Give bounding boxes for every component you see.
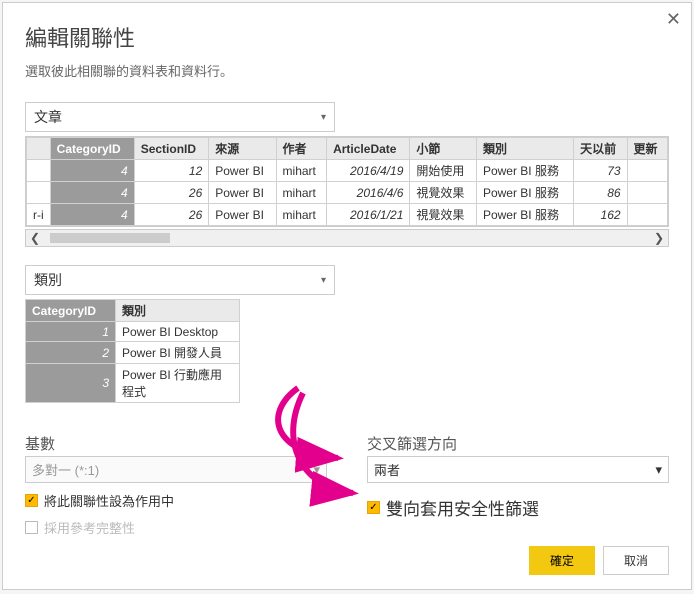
crossfilter-select[interactable]: 兩者 ▾ <box>367 456 669 483</box>
crossfilter-label: 交叉篩選方向 <box>367 433 669 454</box>
col-section[interactable]: 小節 <box>410 138 477 160</box>
checkbox-active[interactable]: ✓ 將此關聯性設為作用中 <box>25 491 327 510</box>
checkbox-bidirectional-label: 雙向套用安全性篩選 <box>386 495 539 520</box>
dialog-subtitle: 選取彼此相關聯的資料表和資料行。 <box>25 61 669 80</box>
cardinality-label: 基數 <box>25 433 327 454</box>
col-author[interactable]: 作者 <box>276 138 327 160</box>
table-row[interactable]: 1Power BI Desktop <box>26 322 240 342</box>
col-categoryid[interactable]: CategoryID <box>50 138 134 160</box>
col-source[interactable]: 來源 <box>209 138 276 160</box>
checkbox-icon: ✓ <box>367 501 380 514</box>
table2-grid[interactable]: CategoryID 類別 1Power BI Desktop 2Power B… <box>25 299 240 403</box>
checkbox-icon <box>25 521 38 534</box>
col-sectionid[interactable]: SectionID <box>134 138 209 160</box>
checkbox-integrity-label: 採用參考完整性 <box>44 518 135 537</box>
col2-categoryid[interactable]: CategoryID <box>26 300 116 322</box>
scroll-right-icon[interactable]: ❯ <box>654 231 664 245</box>
table2-dropdown[interactable]: 類別 ▾ <box>25 265 335 295</box>
cardinality-section: 基數 多對一 (*:1) ▾ ✓ 將此關聯性設為作用中 採用參考完整性 <box>25 433 327 537</box>
crossfilter-section: 交叉篩選方向 兩者 ▾ ✓ 雙向套用安全性篩選 <box>367 433 669 537</box>
scroll-left-icon[interactable]: ❮ <box>30 231 40 245</box>
close-icon[interactable]: ✕ <box>666 9 681 30</box>
chevron-down-icon: ▾ <box>655 462 662 478</box>
dialog-title: 編輯關聯性 <box>25 21 669 53</box>
col-articledate[interactable]: ArticleDate <box>327 138 410 160</box>
checkbox-integrity: 採用參考完整性 <box>25 518 327 537</box>
col-daysago[interactable]: 天以前 <box>574 138 627 160</box>
ok-button[interactable]: 確定 <box>529 546 595 575</box>
table-row[interactable]: r-i426Power BImihart2016/1/21視覺效果Power B… <box>27 204 668 226</box>
table-row[interactable]: 426Power BImihart2016/4/6視覺效果Power BI 服務… <box>27 182 668 204</box>
table1-dropdown[interactable]: 文章 ▾ <box>25 102 335 132</box>
table2-dropdown-label: 類別 <box>34 270 62 290</box>
cancel-button[interactable]: 取消 <box>603 546 669 575</box>
table1-dropdown-label: 文章 <box>34 107 62 127</box>
table-row[interactable]: 2Power BI 開發人員 <box>26 342 240 364</box>
checkbox-bidirectional[interactable]: ✓ 雙向套用安全性篩選 <box>367 495 669 520</box>
horizontal-scrollbar[interactable]: ❮ ❯ <box>25 229 669 247</box>
col-category[interactable]: 類別 <box>476 138 573 160</box>
col2-category[interactable]: 類別 <box>116 300 240 322</box>
scroll-thumb[interactable] <box>50 233 170 243</box>
col-update[interactable]: 更新 <box>627 138 667 160</box>
table-row[interactable]: 3Power BI 行動應用程式 <box>26 364 240 403</box>
table-row[interactable]: 412Power BImihart2016/4/19開始使用Power BI 服… <box>27 160 668 182</box>
chevron-down-icon: ▾ <box>313 462 320 478</box>
cardinality-select[interactable]: 多對一 (*:1) ▾ <box>25 456 327 483</box>
chevron-down-icon: ▾ <box>321 275 326 286</box>
table1-grid[interactable]: CategoryID SectionID 來源 作者 ArticleDate 小… <box>25 136 669 227</box>
checkbox-icon: ✓ <box>25 494 38 507</box>
dialog-footer: 確定 取消 <box>529 546 669 575</box>
checkbox-active-label: 將此關聯性設為作用中 <box>44 491 174 510</box>
chevron-down-icon: ▾ <box>321 112 326 123</box>
edit-relationship-dialog: ✕ 編輯關聯性 選取彼此相關聯的資料表和資料行。 文章 ▾ CategoryID… <box>2 2 692 590</box>
